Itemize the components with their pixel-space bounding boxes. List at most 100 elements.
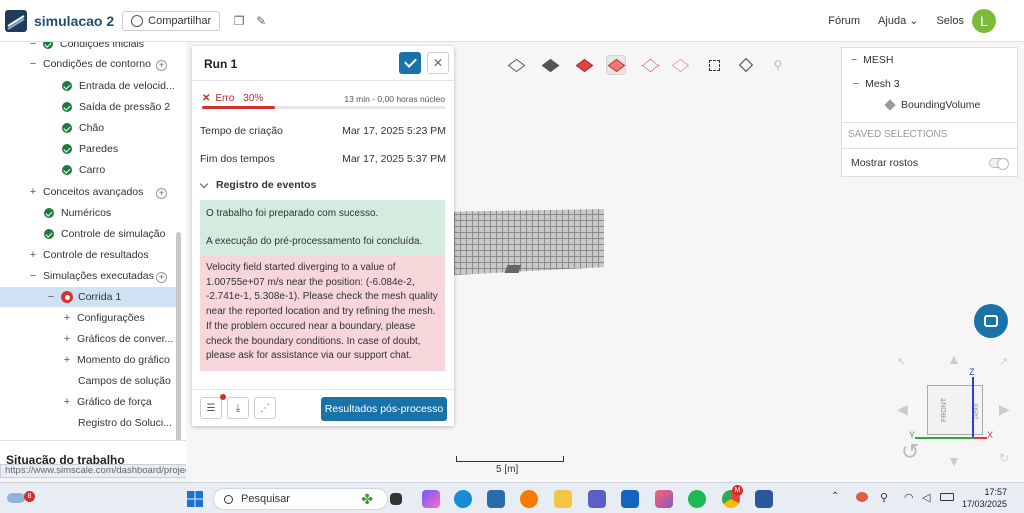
- wifi-icon[interactable]: ◠: [904, 491, 914, 504]
- collapse-icon[interactable]: −: [851, 54, 857, 66]
- expand-icon[interactable]: +: [62, 333, 72, 345]
- battery-icon[interactable]: [940, 493, 954, 501]
- tree-item-moment-plot[interactable]: + Momento do gráfico: [62, 350, 170, 370]
- chevron-up-icon[interactable]: ⌃: [831, 491, 839, 502]
- rotate-down-icon[interactable]: ▼: [947, 453, 961, 469]
- rotate-up-icon[interactable]: ▲: [947, 351, 961, 367]
- confirm-button[interactable]: [399, 52, 421, 74]
- expand-icon[interactable]: +: [62, 312, 72, 324]
- avatar[interactable]: L: [972, 8, 996, 33]
- tree-item-car[interactable]: Carro: [62, 160, 105, 180]
- tree-item-force-plot[interactable]: + Gráfico de força: [62, 392, 152, 412]
- help-menu[interactable]: Ajuda ⌄: [878, 14, 918, 27]
- tree-item-result-control[interactable]: + Controle de resultados: [28, 245, 149, 265]
- collapse-icon[interactable]: −: [28, 42, 38, 50]
- tree-item-solution-fields[interactable]: Campos de solução: [78, 371, 171, 391]
- collapse-icon[interactable]: −: [46, 291, 56, 303]
- view-faint-icon[interactable]: [670, 55, 690, 75]
- teams-icon[interactable]: [588, 490, 606, 508]
- task-view-icon[interactable]: [390, 493, 402, 505]
- tray-app-icon[interactable]: [856, 492, 868, 502]
- tree-item-velocity-inlet[interactable]: Entrada de velocid...: [62, 76, 175, 96]
- event-list-button[interactable]: ☰: [200, 394, 226, 419]
- add-advanced-icon[interactable]: +: [156, 188, 167, 199]
- view-points-icon[interactable]: [640, 55, 660, 75]
- copilot-icon[interactable]: [422, 490, 440, 508]
- event-log-toggle[interactable]: Registro de eventos: [199, 179, 316, 191]
- edit-icon[interactable]: ✎: [253, 13, 269, 29]
- close-button[interactable]: ✕: [427, 52, 449, 74]
- firefox-icon[interactable]: [520, 490, 538, 508]
- view-red-solid-icon[interactable]: [574, 55, 594, 75]
- app-icon[interactable]: [655, 490, 673, 508]
- mesh-root-item[interactable]: − MESH: [842, 54, 1017, 66]
- rotate-right-icon[interactable]: ▶: [999, 401, 1010, 418]
- mesh-3-item[interactable]: − Mesh 3: [842, 78, 1017, 90]
- rotate-cw-icon[interactable]: ↻: [999, 451, 1009, 465]
- tree-item-simulation-runs[interactable]: − Simulações executadas: [28, 266, 154, 286]
- taskbar-search[interactable]: Pesquisar ✤: [213, 488, 388, 510]
- car-geometry[interactable]: [504, 265, 522, 273]
- rotate-ccw-icon[interactable]: ↺: [901, 439, 919, 465]
- expand-icon[interactable]: +: [62, 396, 72, 408]
- weather-widget[interactable]: 8: [7, 489, 35, 505]
- tree-item-initial-conditions[interactable]: − Condições iniciais: [28, 42, 144, 54]
- taskbar-clock[interactable]: 17:57 17/03/2025: [962, 486, 1007, 510]
- view-red-wire-icon[interactable]: [606, 55, 626, 75]
- start-button[interactable]: [187, 491, 203, 507]
- show-faces-toggle[interactable]: [989, 158, 1009, 170]
- tree-item-walls[interactable]: Paredes: [62, 139, 118, 159]
- roll-right-icon[interactable]: ↗: [999, 355, 1008, 368]
- location-icon[interactable]: ⚲: [880, 491, 888, 504]
- share-run-button[interactable]: ⋰: [254, 397, 276, 419]
- tree-item-advanced-concepts[interactable]: + Conceitos avançados: [28, 182, 144, 202]
- view-cube-icon[interactable]: [506, 55, 526, 75]
- chrome-icon[interactable]: M: [722, 485, 743, 508]
- tree-item-settings[interactable]: + Configurações: [62, 308, 145, 328]
- file-explorer-icon[interactable]: [554, 490, 572, 508]
- mesh-bounding-volume[interactable]: [454, 209, 604, 275]
- box-select-icon[interactable]: [704, 55, 724, 75]
- forum-link[interactable]: Fórum: [828, 15, 860, 27]
- collapse-icon[interactable]: −: [28, 270, 38, 282]
- share-button[interactable]: Compartilhar: [122, 10, 221, 31]
- orientation-gizmo[interactable]: ▲ ◀ ▶ ▼ ↖ ↗ ↻ ↺ FRONT RIGHT Z Y X: [895, 351, 1017, 475]
- collapse-icon[interactable]: −: [28, 58, 38, 70]
- tree-item-convergence-plots[interactable]: + Gráficos de conver...: [62, 329, 174, 349]
- volume-icon[interactable]: ◁: [922, 491, 930, 504]
- tree-item-run-1[interactable]: − Corrida 1: [0, 287, 176, 307]
- expand-icon[interactable]: +: [28, 249, 38, 261]
- edge-icon[interactable]: [454, 490, 472, 508]
- view-solid-icon[interactable]: [540, 55, 560, 75]
- orientation-cube[interactable]: FRONT RIGHT: [927, 385, 983, 435]
- bounding-volume-item[interactable]: BoundingVolume: [842, 99, 1017, 111]
- expand-icon[interactable]: +: [62, 354, 72, 366]
- probe-icon[interactable]: ⚲: [768, 55, 788, 75]
- tree-item-numerics[interactable]: Numéricos: [44, 203, 111, 223]
- tree-item-floor[interactable]: Chão: [62, 118, 104, 138]
- seals-link[interactable]: Selos: [936, 15, 964, 27]
- tree-item-simulation-control[interactable]: Controle de simulação: [44, 224, 165, 244]
- post-process-button[interactable]: Resultados pós-processo: [321, 397, 447, 421]
- roll-left-icon[interactable]: ↖: [897, 355, 906, 368]
- expand-icon[interactable]: +: [28, 186, 38, 198]
- spotify-icon[interactable]: [688, 490, 706, 508]
- download-button[interactable]: ⤓: [227, 397, 249, 419]
- add-run-icon[interactable]: +: [156, 272, 167, 283]
- mesh-settings-icon[interactable]: [736, 55, 756, 75]
- add-boundary-icon[interactable]: +: [156, 60, 167, 71]
- tree-scrollbar[interactable]: [176, 232, 181, 440]
- tree-item-boundary-conditions[interactable]: − Condições de contorno: [28, 54, 151, 74]
- outlook-icon[interactable]: [621, 490, 639, 508]
- tree-item-solver-log[interactable]: Registro do Soluci...: [78, 413, 172, 433]
- simscale-logo[interactable]: [5, 9, 27, 32]
- collapse-icon[interactable]: −: [853, 78, 859, 90]
- word-icon[interactable]: [755, 490, 773, 508]
- store-icon[interactable]: [487, 490, 505, 508]
- rotate-left-icon[interactable]: ◀: [897, 401, 908, 418]
- support-chat-button[interactable]: [974, 304, 1008, 338]
- tree-item-pressure-outlet[interactable]: Saída de pressão 2: [62, 97, 170, 117]
- job-status-title[interactable]: Situação do trabalho: [0, 440, 186, 467]
- project-title[interactable]: simulacao 2: [34, 13, 114, 29]
- duplicate-icon[interactable]: ❐: [231, 13, 247, 29]
